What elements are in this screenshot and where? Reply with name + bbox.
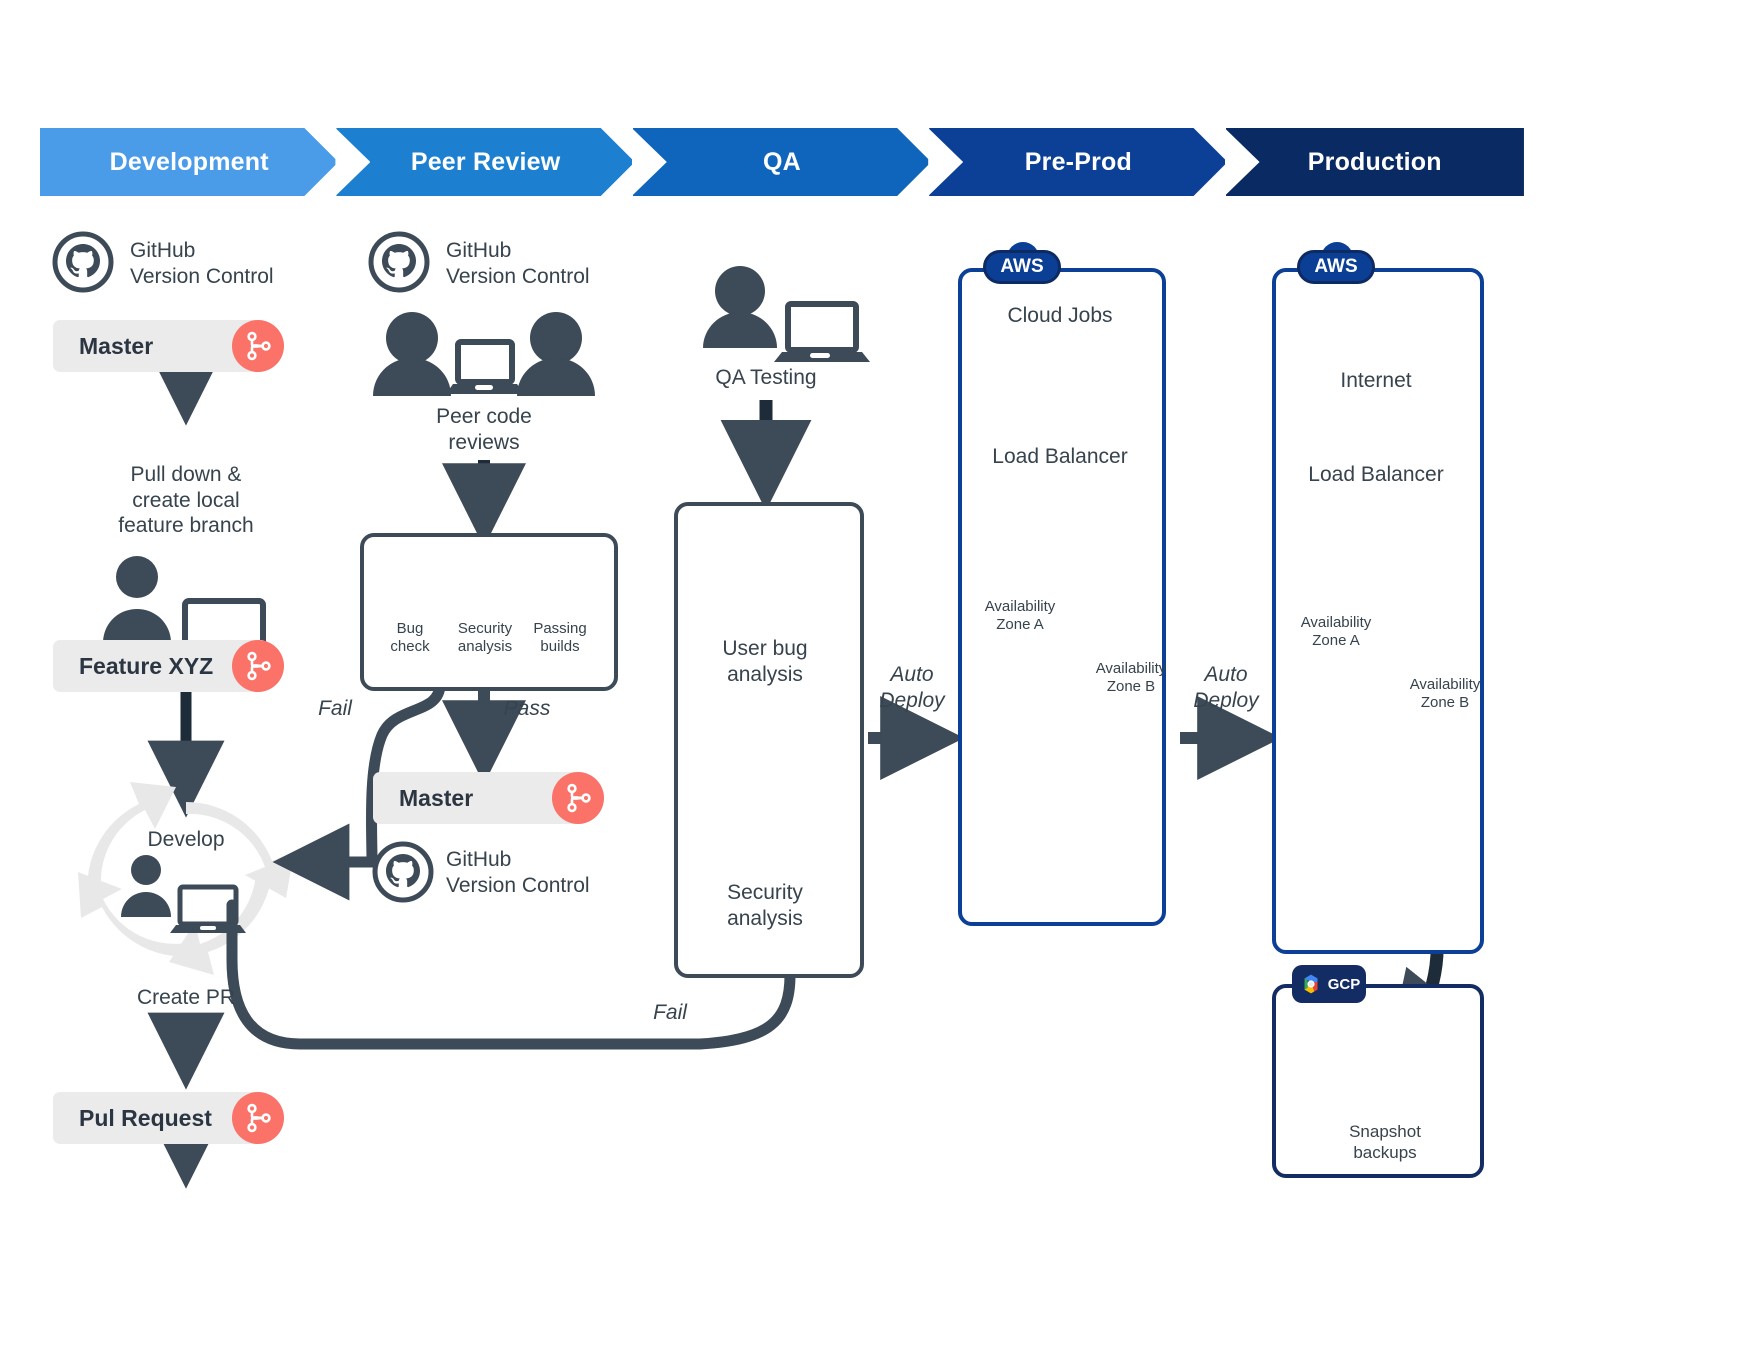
develop-cycle-icon <box>78 782 294 975</box>
gcp-badge: GCP <box>1292 965 1366 1003</box>
github-line2: Version Control <box>130 264 274 288</box>
git-branch-badge <box>232 1092 284 1144</box>
peer-code-reviews-label: Peer code reviews <box>384 404 584 455</box>
create-pr-label: Create PR <box>136 986 236 1009</box>
pull-note-line2: create local <box>132 488 240 512</box>
cloud-jobs-label: Cloud Jobs <box>1007 304 1113 327</box>
check-label-bug: Bug check <box>390 620 430 656</box>
production-load-balancer-label: Load Balancer <box>1308 463 1444 486</box>
git-branch-badge <box>552 772 604 824</box>
pass-label-peer: Pass <box>503 697 551 720</box>
stage-label: QA <box>763 147 801 176</box>
git-branch-icon <box>567 783 591 813</box>
stage-chevron-production[interactable]: Production <box>1224 128 1524 196</box>
branch-label: Pul Request <box>79 1104 212 1131</box>
git-branch-icon <box>247 651 271 681</box>
stage-label: Production <box>1307 147 1442 176</box>
production-zone-b-label: Availability Zone B <box>1409 676 1481 712</box>
peer-reviews-line1: Peer code <box>436 405 532 428</box>
production-zone-a-label: Availability Zone A <box>1300 614 1372 650</box>
github-line1: GitHub <box>130 239 196 262</box>
check-label-builds: Passing builds <box>533 620 587 656</box>
stage-chevron-pre-prod[interactable]: Pre-Prod <box>928 128 1227 196</box>
auto-deploy-label-preprod: Auto Deploy <box>879 663 945 712</box>
internet-label: Internet <box>1340 369 1412 392</box>
pull-note-line1: Pull down & <box>130 463 242 486</box>
gcp-badge-label: GCP <box>1327 975 1361 993</box>
qa-security-analysis-label: Security analysis <box>727 881 803 930</box>
github-label-peer2: GitHub Version Control <box>446 848 590 897</box>
branch-label: Master <box>79 332 154 359</box>
pull-note-line3: feature branch <box>118 514 254 538</box>
git-branch-icon <box>247 331 271 361</box>
git-branch-icon <box>247 1103 271 1133</box>
github-icon-peer <box>368 231 430 293</box>
peer-reviewers-icon <box>373 312 595 396</box>
pull-down-note: Pull down & create local feature branch <box>56 462 316 539</box>
qa-testing-label: QA Testing <box>715 366 817 389</box>
aws-cloud-badge-preprod: AWS <box>983 240 1061 286</box>
pipeline-stage-banner: Development Peer Review QA Pre-Prod Producti… <box>40 128 1532 196</box>
github-label-peer: GitHub Version Control <box>446 238 646 289</box>
develop-person-icon <box>121 855 246 933</box>
fail-label-peer: Fail <box>318 697 352 720</box>
stage-chevron-development[interactable]: Development <box>40 128 338 196</box>
preprod-db-label-a: Pre-Prod <box>1025 760 1079 775</box>
github-line2: Version Control <box>446 264 590 288</box>
preprod-db-label-b: Pre-Prod <box>1109 878 1163 893</box>
preprod-aws-container <box>958 268 1166 926</box>
github-line1: GitHub <box>446 239 512 262</box>
peer-reviews-line2: reviews <box>448 430 520 454</box>
stage-label: Pre-Prod <box>1024 147 1132 176</box>
preprod-zone-b-label: Availability Zone B <box>1095 660 1167 696</box>
peer-review-checks-box <box>360 533 618 691</box>
aws-badge-label: AWS <box>983 250 1061 284</box>
github-icon-peer2 <box>372 841 434 903</box>
git-branch-badge <box>232 640 284 692</box>
stage-chevron-qa[interactable]: QA <box>631 128 931 196</box>
fail-label-qa: Fail <box>653 1001 687 1024</box>
branch-label: Feature XYZ <box>79 652 214 679</box>
auto-deploy-label-production: Auto Deploy <box>1193 663 1259 712</box>
stage-chevron-peer-review[interactable]: Peer Review <box>335 128 634 196</box>
preprod-zone-a-label: Availability Zone A <box>984 598 1056 634</box>
aws-cloud-badge-production: AWS <box>1297 240 1375 286</box>
aws-badge-label: AWS <box>1297 250 1375 284</box>
snapshot-backups-label: Snapshot backups <box>1349 1122 1421 1162</box>
preprod-load-balancer-label: Load Balancer <box>992 445 1128 468</box>
github-icon <box>52 231 114 293</box>
stage-label: Development <box>109 147 269 176</box>
branch-label: Master <box>399 784 474 811</box>
develop-label: Develop <box>147 828 225 851</box>
user-bug-analysis-label: User bug analysis <box>722 637 808 686</box>
stage-label: Peer Review <box>410 147 561 176</box>
github-label-dev: GitHub Version Control <box>130 238 330 289</box>
git-branch-badge <box>232 320 284 372</box>
qa-tester-icon <box>703 266 870 362</box>
check-label-security: Security analysis <box>457 620 513 656</box>
gcp-logo-icon <box>1304 974 1318 994</box>
